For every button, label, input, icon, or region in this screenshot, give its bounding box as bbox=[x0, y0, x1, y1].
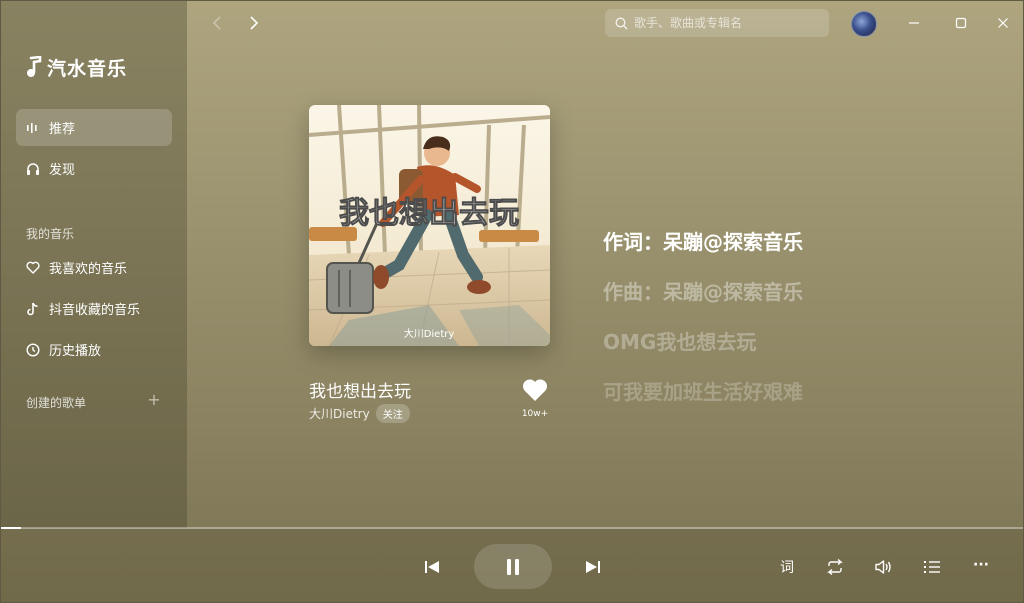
speaker-icon bbox=[875, 560, 891, 574]
close-icon bbox=[998, 18, 1008, 28]
app-name: 汽水音乐 bbox=[47, 57, 128, 80]
like-button[interactable] bbox=[521, 377, 549, 403]
lyric-line[interactable]: 作曲：呆蹦@探索音乐 bbox=[603, 276, 803, 305]
maximize-button[interactable] bbox=[951, 13, 971, 33]
progress-bar[interactable] bbox=[1, 527, 1023, 529]
sidebar-item-label: 抖音收藏的音乐 bbox=[49, 303, 141, 318]
sidebar-item-label: 我喜欢的音乐 bbox=[49, 262, 128, 277]
search-box[interactable] bbox=[605, 9, 829, 37]
heart-icon bbox=[26, 261, 40, 275]
back-button[interactable] bbox=[207, 12, 227, 34]
cover-signature: 大川Dietry bbox=[404, 327, 455, 340]
artist-name[interactable]: 大川Dietry bbox=[309, 405, 370, 422]
lyric-line[interactable]: OMG我也想去玩 bbox=[603, 326, 756, 355]
repeat-icon bbox=[827, 559, 843, 575]
lyric-line[interactable]: 作词：呆蹦@探索音乐 bbox=[603, 226, 803, 255]
maximize-icon bbox=[955, 17, 967, 29]
music-note-icon bbox=[27, 56, 42, 77]
created-playlists-heading: 创建的歌单 bbox=[26, 396, 87, 410]
minimize-icon bbox=[909, 22, 919, 24]
sidebar-item-history[interactable]: 历史播放 bbox=[16, 331, 172, 368]
song-title: 我也想出去玩 bbox=[309, 382, 411, 402]
repeat-button[interactable] bbox=[824, 557, 846, 577]
sidebar-item-douyin[interactable]: 抖音收藏的音乐 bbox=[16, 290, 172, 327]
more-button[interactable]: ··· bbox=[969, 554, 993, 576]
avatar[interactable] bbox=[851, 11, 877, 37]
lyrics-toggle-button[interactable]: 词 bbox=[776, 557, 798, 577]
sidebar-item-discover[interactable]: 发现 bbox=[16, 150, 172, 187]
headphones-icon bbox=[26, 162, 40, 176]
app-logo: 汽水音乐 bbox=[25, 53, 127, 81]
clock-icon bbox=[26, 342, 40, 357]
close-button[interactable] bbox=[993, 13, 1013, 33]
minimize-button[interactable] bbox=[904, 13, 924, 33]
heart-filled-icon bbox=[522, 379, 548, 401]
search-input[interactable] bbox=[634, 16, 824, 30]
chevron-left-icon bbox=[212, 16, 221, 30]
app-window: 汽水音乐 推荐 发现 我的音乐 我喜欢的音乐 抖音收藏的音乐 历史播放 创建的歌… bbox=[0, 0, 1024, 603]
bars-icon bbox=[26, 121, 40, 135]
volume-button[interactable] bbox=[872, 557, 894, 577]
search-icon bbox=[615, 16, 628, 29]
follow-button[interactable]: 关注 bbox=[375, 404, 410, 423]
chevron-right-icon bbox=[250, 16, 259, 30]
playlist-button[interactable] bbox=[921, 557, 943, 577]
my-music-heading: 我的音乐 bbox=[26, 227, 75, 241]
previous-button[interactable] bbox=[422, 557, 442, 577]
sidebar-item-liked[interactable]: 我喜欢的音乐 bbox=[16, 249, 172, 286]
skip-next-icon bbox=[586, 561, 600, 573]
like-count: 10w+ bbox=[521, 409, 549, 419]
sidebar-item-label: 历史播放 bbox=[49, 344, 102, 359]
cover-title: 我也想出去玩 bbox=[339, 196, 519, 231]
list-icon bbox=[924, 561, 940, 573]
forward-button[interactable] bbox=[244, 12, 264, 34]
next-button[interactable] bbox=[583, 557, 603, 577]
sidebar: 汽水音乐 推荐 发现 我的音乐 我喜欢的音乐 抖音收藏的音乐 历史播放 创建的歌… bbox=[1, 1, 187, 528]
sidebar-item-recommend[interactable]: 推荐 bbox=[16, 109, 172, 146]
add-playlist-button[interactable]: + bbox=[147, 392, 161, 408]
artist-row: 大川Dietry 关注 bbox=[309, 404, 410, 423]
skip-previous-icon bbox=[425, 561, 439, 573]
sidebar-item-label: 推荐 bbox=[49, 122, 76, 137]
album-cover[interactable]: 我也想出去玩 大川Dietry bbox=[309, 105, 550, 346]
pause-button[interactable] bbox=[474, 544, 552, 589]
lyric-line[interactable]: 可我要加班生活好艰难 bbox=[603, 376, 803, 405]
tiktok-icon bbox=[26, 302, 40, 316]
progress-fill bbox=[1, 527, 21, 529]
pause-icon bbox=[507, 558, 519, 575]
album-art: 我也想出去玩 大川Dietry bbox=[309, 105, 550, 346]
sidebar-item-label: 发现 bbox=[49, 163, 76, 178]
